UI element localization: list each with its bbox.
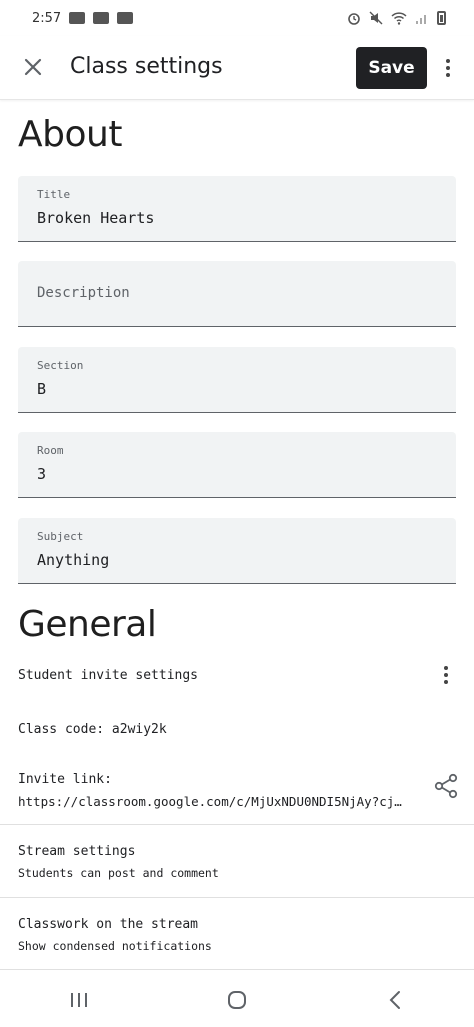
title-field[interactable]: Title Broken Hearts — [18, 176, 456, 242]
notification-icon — [117, 12, 134, 24]
youtube-icon — [93, 12, 110, 24]
more-vert-icon — [446, 59, 450, 63]
class-code-text: Class code: a2wiy2k — [18, 722, 167, 737]
battery-icon — [437, 11, 446, 25]
system-nav-bar — [0, 972, 474, 1027]
section-value: B — [37, 380, 47, 398]
invite-link-url[interactable]: https://classroom.google.com/c/MjUxNDU0N… — [18, 794, 408, 809]
divider — [0, 969, 474, 970]
back-button[interactable] — [365, 980, 425, 1020]
status-left: 2:57 — [32, 10, 134, 26]
more-vert-dot — [444, 680, 448, 684]
recent-apps-button[interactable] — [49, 980, 109, 1020]
invite-settings-more-button[interactable] — [436, 663, 456, 687]
room-label: Room — [37, 444, 64, 457]
wifi-icon — [391, 12, 407, 25]
divider — [0, 824, 474, 825]
more-vert-icon — [444, 666, 448, 670]
room-field[interactable]: Room 3 — [18, 432, 456, 498]
stream-settings-row[interactable]: Stream settings Students can post and co… — [0, 826, 474, 896]
more-vert-dot — [446, 66, 450, 70]
divider — [0, 897, 474, 898]
app-bar: Class settings Save — [0, 36, 474, 100]
back-icon — [389, 990, 400, 1009]
subject-field[interactable]: Subject Anything — [18, 518, 456, 584]
more-vert-dot — [444, 673, 448, 677]
description-field[interactable]: Description — [18, 261, 456, 327]
section-field[interactable]: Section B — [18, 347, 456, 413]
share-link-button[interactable] — [432, 772, 460, 800]
home-icon — [228, 990, 246, 1009]
share-icon — [434, 773, 458, 799]
alarm-icon — [348, 13, 360, 25]
stream-settings-title: Stream settings — [18, 844, 136, 859]
more-vert-dot — [446, 73, 450, 77]
save-button[interactable]: Save — [356, 47, 427, 89]
status-time: 2:57 — [32, 10, 62, 26]
status-right — [347, 11, 446, 25]
subject-value: Anything — [37, 551, 110, 569]
mute-icon — [369, 11, 383, 25]
page-title: Class settings — [70, 54, 223, 79]
room-value: 3 — [37, 465, 47, 483]
home-button[interactable] — [207, 980, 267, 1020]
classwork-stream-title: Classwork on the stream — [18, 917, 199, 932]
more-options-button[interactable] — [438, 52, 458, 84]
gallery-icon — [69, 12, 86, 24]
status-bar: 2:57 — [0, 0, 474, 36]
classwork-stream-row[interactable]: Classwork on the stream Show condensed n… — [0, 899, 474, 969]
subject-label: Subject — [37, 530, 84, 543]
close-icon — [24, 58, 42, 76]
class-settings-screen: 2:57 Class settings Save About Title Bro… — [0, 0, 474, 1027]
description-placeholder: Description — [37, 285, 130, 301]
general-heading: General — [18, 604, 157, 645]
invite-link-label: Invite link: — [18, 772, 112, 787]
stream-settings-subtitle: Students can post and comment — [18, 866, 219, 880]
student-invite-settings-label: Student invite settings — [18, 668, 199, 683]
classwork-stream-subtitle: Show condensed notifications — [18, 939, 212, 953]
about-heading: About — [18, 114, 122, 155]
title-value: Broken Hearts — [37, 209, 155, 227]
signal-icon — [416, 15, 426, 24]
title-label: Title — [37, 188, 71, 201]
section-label: Section — [37, 359, 84, 372]
recent-apps-icon — [71, 992, 87, 1007]
close-button[interactable] — [18, 52, 48, 82]
